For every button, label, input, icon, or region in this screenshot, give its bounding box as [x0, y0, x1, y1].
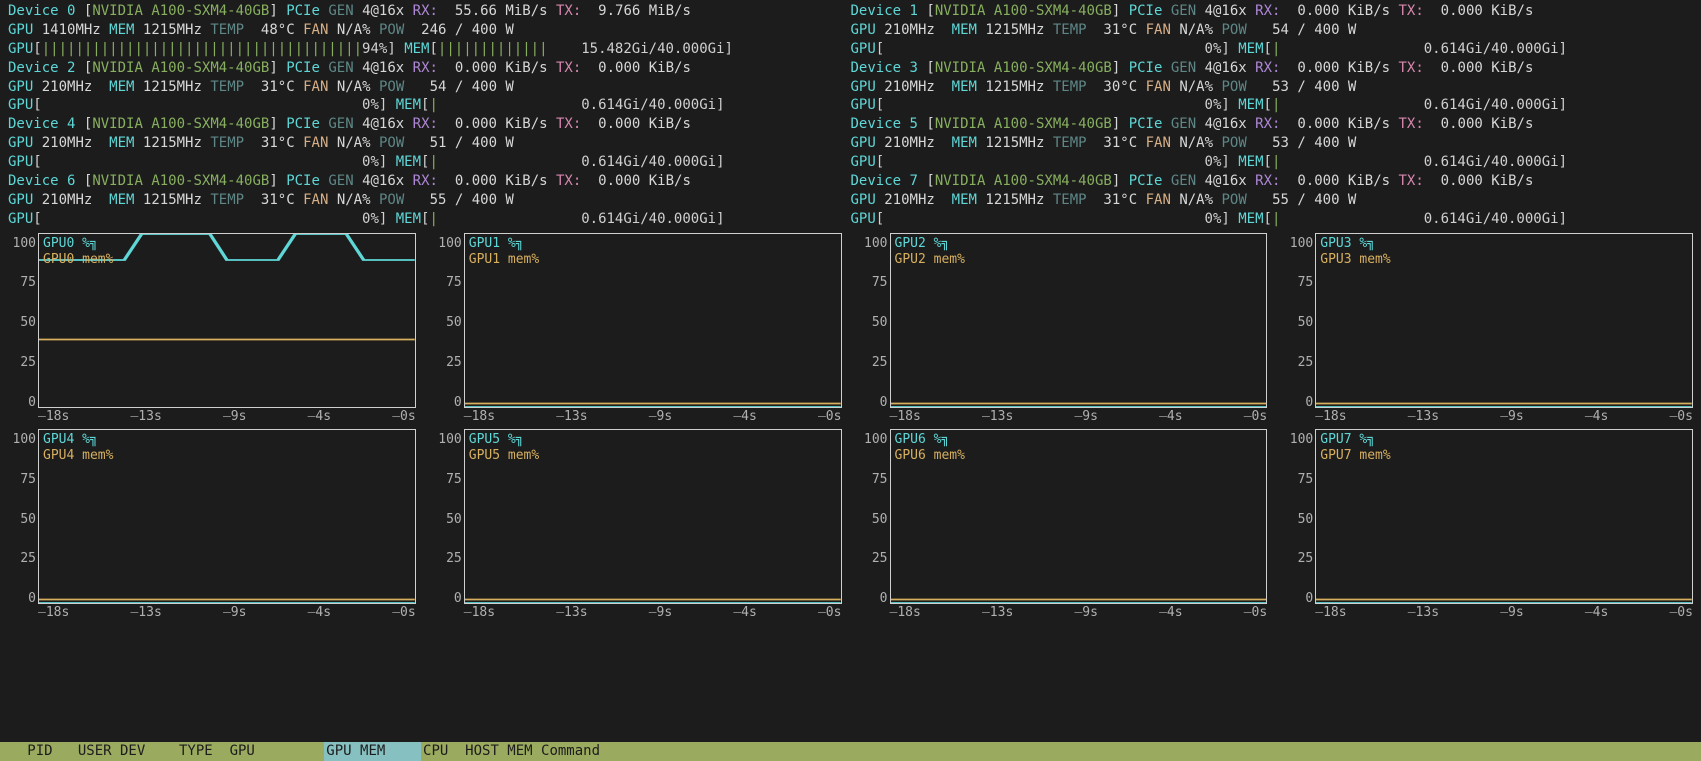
device-bars-line: GPU[ 0%] MEM[| 0.614Gi/40.000Gi]	[8, 210, 851, 229]
y-axis: 1007550250	[860, 429, 890, 622]
device-panel-5: Device 5 [NVIDIA A100-SXM4-40GB] PCIe GE…	[851, 115, 1694, 172]
device-stats-line: GPU 210MHz MEM 1215MHz TEMP 30°C FAN N/A…	[851, 78, 1694, 97]
legend-mem: GPU6 mem%	[895, 448, 965, 464]
device-header-line: Device 5 [NVIDIA A100-SXM4-40GB] PCIe GE…	[851, 115, 1694, 134]
device-panel-6: Device 6 [NVIDIA A100-SXM4-40GB] PCIe GE…	[8, 172, 851, 229]
chart-gpu7: 1007550250 GPU7 %╗ GPU7 mem% 18s13s9s4s0…	[1285, 429, 1693, 622]
legend-mem: GPU2 mem%	[895, 252, 965, 268]
legend-mem: GPU4 mem%	[43, 448, 113, 464]
x-axis: 18s13s9s4s0s	[38, 408, 416, 426]
legend-util: GPU7 %╗	[1320, 432, 1390, 448]
plot-box: GPU4 %╗ GPU4 mem%	[38, 429, 416, 604]
x-axis: 18s13s9s4s0s	[890, 408, 1268, 426]
device-summary-grid: Device 0 [NVIDIA A100-SXM4-40GB] PCIe GE…	[0, 0, 1701, 229]
device-stats-line: GPU 210MHz MEM 1215MHz TEMP 31°C FAN N/A…	[8, 191, 851, 210]
device-stats-line: GPU 1410MHz MEM 1215MHz TEMP 48°C FAN N/…	[8, 21, 851, 40]
device-bars-line: GPU[ 0%] MEM[| 0.614Gi/40.000Gi]	[8, 96, 851, 115]
chart-legend: GPU6 %╗ GPU6 mem%	[895, 432, 965, 465]
device-header-line: Device 6 [NVIDIA A100-SXM4-40GB] PCIe GE…	[8, 172, 851, 191]
device-panel-7: Device 7 [NVIDIA A100-SXM4-40GB] PCIe GE…	[851, 172, 1694, 229]
device-panel-4: Device 4 [NVIDIA A100-SXM4-40GB] PCIe GE…	[8, 115, 851, 172]
device-stats-line: GPU 210MHz MEM 1215MHz TEMP 31°C FAN N/A…	[8, 78, 851, 97]
device-header-line: Device 2 [NVIDIA A100-SXM4-40GB] PCIe GE…	[8, 59, 851, 78]
y-axis: 1007550250	[1285, 233, 1315, 426]
device-panel-1: Device 1 [NVIDIA A100-SXM4-40GB] PCIe GE…	[851, 2, 1694, 59]
y-axis: 1007550250	[860, 233, 890, 426]
chart-legend: GPU2 %╗ GPU2 mem%	[895, 236, 965, 269]
legend-mem: GPU7 mem%	[1320, 448, 1390, 464]
legend-mem: GPU0 mem%	[43, 252, 113, 268]
plot-box: GPU6 %╗ GPU6 mem%	[890, 429, 1268, 604]
device-bars-line: GPU[ 0%] MEM[| 0.614Gi/40.000Gi]	[8, 153, 851, 172]
device-row: Device 2 [NVIDIA A100-SXM4-40GB] PCIe GE…	[8, 59, 1693, 116]
legend-util: GPU2 %╗	[895, 236, 965, 252]
y-axis: 1007550250	[8, 429, 38, 622]
device-stats-line: GPU 210MHz MEM 1215MHz TEMP 31°C FAN N/A…	[8, 134, 851, 153]
legend-util: GPU3 %╗	[1320, 236, 1390, 252]
device-row: Device 0 [NVIDIA A100-SXM4-40GB] PCIe GE…	[8, 2, 1693, 59]
plot-box: GPU5 %╗ GPU5 mem%	[464, 429, 842, 604]
chart-gpu3: 1007550250 GPU3 %╗ GPU3 mem% 18s13s9s4s0…	[1285, 233, 1693, 426]
footer-seg-c: CPU HOST MEM Command	[421, 742, 1701, 761]
chart-gpu2: 1007550250 GPU2 %╗ GPU2 mem% 18s13s9s4s0…	[860, 233, 1268, 426]
legend-mem: GPU5 mem%	[469, 448, 539, 464]
x-axis: 18s13s9s4s0s	[1315, 604, 1693, 622]
y-axis: 1007550250	[434, 233, 464, 426]
footer-seg-b-sorted[interactable]: GPU MEM	[324, 742, 421, 761]
device-header-line: Device 0 [NVIDIA A100-SXM4-40GB] PCIe GE…	[8, 2, 851, 21]
legend-util: GPU4 %╗	[43, 432, 113, 448]
device-row: Device 6 [NVIDIA A100-SXM4-40GB] PCIe GE…	[8, 172, 1693, 229]
chart-gpu4: 1007550250 GPU4 %╗ GPU4 mem% 18s13s9s4s0…	[8, 429, 416, 622]
y-axis: 1007550250	[8, 233, 38, 426]
y-axis: 1007550250	[434, 429, 464, 622]
device-bars-line: GPU[ 0%] MEM[| 0.614Gi/40.000Gi]	[851, 40, 1694, 59]
device-stats-line: GPU 210MHz MEM 1215MHz TEMP 31°C FAN N/A…	[851, 21, 1694, 40]
chart-legend: GPU7 %╗ GPU7 mem%	[1320, 432, 1390, 465]
process-table-header: PID USER DEV TYPE GPU GPU MEM CPU HOST M…	[0, 742, 1701, 761]
device-bars-line: GPU[ 0%] MEM[| 0.614Gi/40.000Gi]	[851, 210, 1694, 229]
chart-gpu0: 1007550250 GPU0 %╗ GPU0 mem% 18s13s9s4s0…	[8, 233, 416, 426]
device-panel-0: Device 0 [NVIDIA A100-SXM4-40GB] PCIe GE…	[8, 2, 851, 59]
chart-gpu1: 1007550250 GPU1 %╗ GPU1 mem% 18s13s9s4s0…	[434, 233, 842, 426]
legend-mem: GPU1 mem%	[469, 252, 539, 268]
x-axis: 18s13s9s4s0s	[38, 604, 416, 622]
device-bars-line: GPU[ 0%] MEM[| 0.614Gi/40.000Gi]	[851, 96, 1694, 115]
legend-util: GPU0 %╗	[43, 236, 113, 252]
legend-util: GPU1 %╗	[469, 236, 539, 252]
device-stats-line: GPU 210MHz MEM 1215MHz TEMP 31°C FAN N/A…	[851, 134, 1694, 153]
chart-legend: GPU5 %╗ GPU5 mem%	[469, 432, 539, 465]
plot-box: GPU7 %╗ GPU7 mem%	[1315, 429, 1693, 604]
chart-legend: GPU1 %╗ GPU1 mem%	[469, 236, 539, 269]
x-axis: 18s13s9s4s0s	[890, 604, 1268, 622]
device-header-line: Device 1 [NVIDIA A100-SXM4-40GB] PCIe GE…	[851, 2, 1694, 21]
device-bars-line: GPU[||||||||||||||||||||||||||||||||||||…	[8, 40, 851, 59]
legend-util: GPU6 %╗	[895, 432, 965, 448]
device-bars-line: GPU[ 0%] MEM[| 0.614Gi/40.000Gi]	[851, 153, 1694, 172]
chart-grid: 1007550250 GPU0 %╗ GPU0 mem% 18s13s9s4s0…	[0, 229, 1701, 622]
chart-legend: GPU0 %╗ GPU0 mem%	[43, 236, 113, 269]
plot-box: GPU1 %╗ GPU1 mem%	[464, 233, 842, 408]
plot-box: GPU3 %╗ GPU3 mem%	[1315, 233, 1693, 408]
device-panel-3: Device 3 [NVIDIA A100-SXM4-40GB] PCIe GE…	[851, 59, 1694, 116]
device-stats-line: GPU 210MHz MEM 1215MHz TEMP 31°C FAN N/A…	[851, 191, 1694, 210]
chart-gpu5: 1007550250 GPU5 %╗ GPU5 mem% 18s13s9s4s0…	[434, 429, 842, 622]
device-header-line: Device 7 [NVIDIA A100-SXM4-40GB] PCIe GE…	[851, 172, 1694, 191]
device-panel-2: Device 2 [NVIDIA A100-SXM4-40GB] PCIe GE…	[8, 59, 851, 116]
chart-legend: GPU4 %╗ GPU4 mem%	[43, 432, 113, 465]
x-axis: 18s13s9s4s0s	[1315, 408, 1693, 426]
x-axis: 18s13s9s4s0s	[464, 408, 842, 426]
footer-seg-a: PID USER DEV TYPE GPU	[0, 742, 324, 761]
plot-box: GPU0 %╗ GPU0 mem%	[38, 233, 416, 408]
device-row: Device 4 [NVIDIA A100-SXM4-40GB] PCIe GE…	[8, 115, 1693, 172]
legend-mem: GPU3 mem%	[1320, 252, 1390, 268]
device-header-line: Device 3 [NVIDIA A100-SXM4-40GB] PCIe GE…	[851, 59, 1694, 78]
legend-util: GPU5 %╗	[469, 432, 539, 448]
plot-box: GPU2 %╗ GPU2 mem%	[890, 233, 1268, 408]
y-axis: 1007550250	[1285, 429, 1315, 622]
x-axis: 18s13s9s4s0s	[464, 604, 842, 622]
chart-legend: GPU3 %╗ GPU3 mem%	[1320, 236, 1390, 269]
chart-gpu6: 1007550250 GPU6 %╗ GPU6 mem% 18s13s9s4s0…	[860, 429, 1268, 622]
device-header-line: Device 4 [NVIDIA A100-SXM4-40GB] PCIe GE…	[8, 115, 851, 134]
